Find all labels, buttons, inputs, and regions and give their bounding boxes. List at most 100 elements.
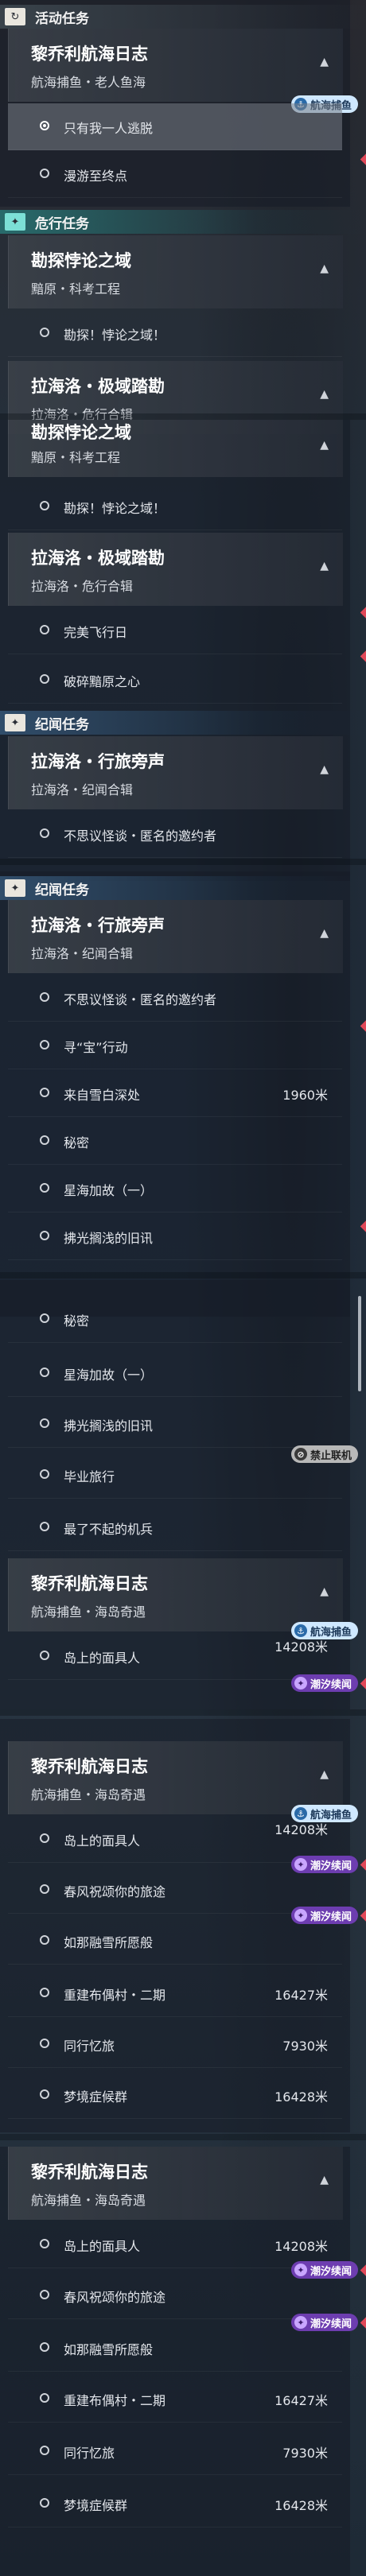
category-danger[interactable]: ✦ 危行任务 [0, 210, 366, 234]
quest-group-header[interactable]: 勘探悖论之域 黯原・科考工程 ▲ [8, 420, 343, 477]
chevron-up-icon: ▲ [320, 763, 329, 776]
quest-item-label: 岛上的面具人 [64, 2239, 141, 2254]
quest-group-header[interactable]: 拉海洛・行旅旁声 拉海洛・纪闻合辑 ▲ [8, 900, 343, 973]
radio-icon [40, 828, 49, 838]
chevron-up-icon: ▲ [320, 1585, 329, 1598]
quest-group-header[interactable]: 拉海洛・极域踏勘 拉海洛・危行合辑 ▲ [8, 533, 343, 606]
scrollbar[interactable] [358, 1296, 361, 1391]
chevron-up-icon: ▲ [320, 56, 329, 68]
radio-icon [40, 1135, 49, 1145]
radio-icon [40, 2498, 49, 2508]
quest-group-sub: 航海捕鱼・海岛奇遇 [31, 1604, 146, 1620]
quest-item-label: 春风祝颂你的旅途 [64, 1884, 166, 1899]
quest-group-header[interactable]: 黎乔利航海日志 航海捕鱼・海岛奇遇 ▲ [8, 1741, 343, 1814]
quest-item[interactable]: 秘密 [8, 1296, 342, 1343]
quest-item[interactable]: 拂光搁浅的旧讯 [8, 1213, 342, 1260]
quest-item-label: 秘密 [64, 1135, 90, 1150]
quest-item[interactable]: 星海加故（一） [8, 1166, 342, 1212]
quest-item-label: 只有我一人逃脱 [64, 121, 154, 136]
quest-group-title: 黎乔利航海日志 [31, 1757, 148, 1776]
radio-icon [40, 1183, 49, 1193]
quest-item[interactable]: 不思议怪谈・匿名的邀约者 [8, 975, 342, 1022]
category-active[interactable]: ↻ 活动任务 [0, 5, 366, 29]
distance-label: 14208米 [274, 2239, 328, 2254]
quest-item-label: 拂光搁浅的旧讯 [64, 1418, 154, 1433]
quest-item[interactable]: 重建布偶村・二期 16427米 [8, 1970, 342, 2017]
radio-icon [40, 2290, 49, 2299]
quest-item-label: 重建布偶村・二期 [64, 1988, 166, 2003]
quest-item[interactable]: 同行忆旅 7930米 [8, 2021, 342, 2068]
quest-item-label: 拂光搁浅的旧讯 [64, 1231, 154, 1246]
quest-group-sub: 黯原・科考工程 [31, 281, 121, 297]
quest-item[interactable]: 破碎黯原之心 [8, 657, 342, 704]
quest-item[interactable]: 梦境症候群 16428米 [8, 2072, 342, 2119]
quest-item[interactable]: 寻“宝”行动 [8, 1022, 342, 1069]
quest-group-header[interactable]: 黎乔利航海日志 航海捕鱼・海岛奇遇 ▲ [8, 1558, 343, 1631]
quest-item[interactable]: 重建布偶村・二期 16427米 [8, 2376, 342, 2423]
category-label: 纪闻任务 [35, 716, 89, 733]
quest-item-label: 秘密 [64, 1313, 90, 1329]
radio-icon [40, 992, 49, 1002]
quest-item-label: 最了不起的机兵 [64, 1522, 154, 1537]
section-divider [0, 413, 366, 420]
radio-icon [40, 1040, 49, 1049]
radio-icon [40, 2039, 49, 2048]
quest-item-label: 梦境症候群 [64, 2498, 128, 2513]
chevron-up-icon: ▲ [320, 560, 329, 572]
quest-item[interactable]: 拂光搁浅的旧讯 [8, 1401, 342, 1448]
quest-group-header[interactable]: 黎乔利航海日志航海捕鱼・老人鱼海 ▲ [8, 29, 343, 102]
quest-group-header[interactable]: 勘探悖论之域 黯原・科考工程 ▲ [8, 235, 343, 308]
quest-item-label: 寻“宝”行动 [64, 1040, 128, 1055]
quest-item[interactable]: 勘探！悖论之域！ [8, 310, 342, 357]
quest-item[interactable]: 勘探！悖论之域！ [8, 483, 342, 530]
quest-group-header[interactable]: 拉海洛・行旅旁声 拉海洛・纪闻合辑 ▲ [8, 736, 343, 809]
quest-item[interactable]: 来自雪白深处 1960米 [8, 1070, 342, 1117]
quest-group-sub: 拉海洛・危行合辑 [31, 579, 134, 594]
quest-item[interactable]: 漫游至终点 [8, 151, 342, 198]
radio-icon [40, 1368, 49, 1377]
radio-icon [40, 625, 49, 634]
quest-item-label: 毕业旅行 [64, 1469, 115, 1484]
refresh-icon: ↻ [5, 8, 25, 25]
quest-item-label: 如那融雪所愿般 [64, 1935, 154, 1950]
quest-item[interactable]: 如那融雪所愿般 [8, 1918, 342, 1965]
section-divider [0, 859, 366, 865]
quest-item[interactable]: 不思议怪谈・匿名的邀约者 [8, 811, 342, 858]
quest-item[interactable]: 只有我一人逃脱 [8, 103, 342, 150]
quest-item[interactable]: 岛上的面具人 14208米 [8, 2221, 342, 2268]
quest-item-label: 同行忆旅 [64, 2039, 115, 2054]
distance-label: 7930米 [282, 2039, 328, 2054]
quest-group-title: 黎乔利航海日志 [31, 45, 148, 64]
quest-item[interactable]: 秘密 [8, 1118, 342, 1165]
quest-item[interactable]: 梦境症候群 16428米 [8, 2481, 342, 2528]
quest-item[interactable]: 岛上的面具人 14208米 [8, 1816, 342, 1863]
quest-item[interactable]: 春风祝颂你的旅途 [8, 2272, 342, 2319]
quest-item[interactable]: 毕业旅行 [8, 1452, 342, 1499]
star-icon: ✦ [5, 213, 25, 231]
category-chronicle[interactable]: ✦ 纪闻任务 [0, 876, 366, 900]
quest-item[interactable]: 春风祝颂你的旅途 [8, 1867, 342, 1914]
category-chronicle[interactable]: ✦ 纪闻任务 [0, 711, 366, 735]
quest-item-label: 星海加故（一） [64, 1368, 154, 1383]
quest-group-sub: 航海捕鱼・老人鱼海 [31, 75, 146, 90]
chevron-up-icon: ▲ [320, 439, 329, 452]
chevron-up-icon: ▲ [320, 388, 329, 401]
sparkle-icon: ✦ [294, 1677, 307, 1690]
quest-item[interactable]: 最了不起的机兵 [8, 1504, 342, 1551]
quest-item-label: 勘探！悖论之域！ [64, 501, 166, 516]
chevron-up-icon: ▲ [320, 1768, 329, 1781]
radio-icon [40, 121, 49, 130]
quest-item[interactable]: 星海加故（一） [8, 1350, 342, 1397]
quest-group-sub: 航海捕鱼・海岛奇遇 [31, 2193, 146, 2208]
quest-item[interactable]: 同行忆旅 7930米 [8, 2428, 342, 2475]
quest-group-sub: 拉海洛・纪闻合辑 [31, 946, 134, 961]
radio-icon [40, 2446, 49, 2455]
quest-item-label: 星海加故（一） [64, 1183, 154, 1198]
quest-item[interactable]: 完美飞行日 [8, 607, 342, 654]
section-divider [0, 2134, 366, 2140]
quest-item[interactable]: 岛上的面具人 14208米 [8, 1633, 342, 1680]
radio-icon [40, 1988, 49, 1997]
quest-group-sub: 黯原・科考工程 [31, 450, 121, 465]
quest-item[interactable]: 如那融雪所愿般 [8, 2325, 342, 2372]
quest-group-header[interactable]: 黎乔利航海日志 航海捕鱼・海岛奇遇 ▲ [8, 2147, 343, 2220]
